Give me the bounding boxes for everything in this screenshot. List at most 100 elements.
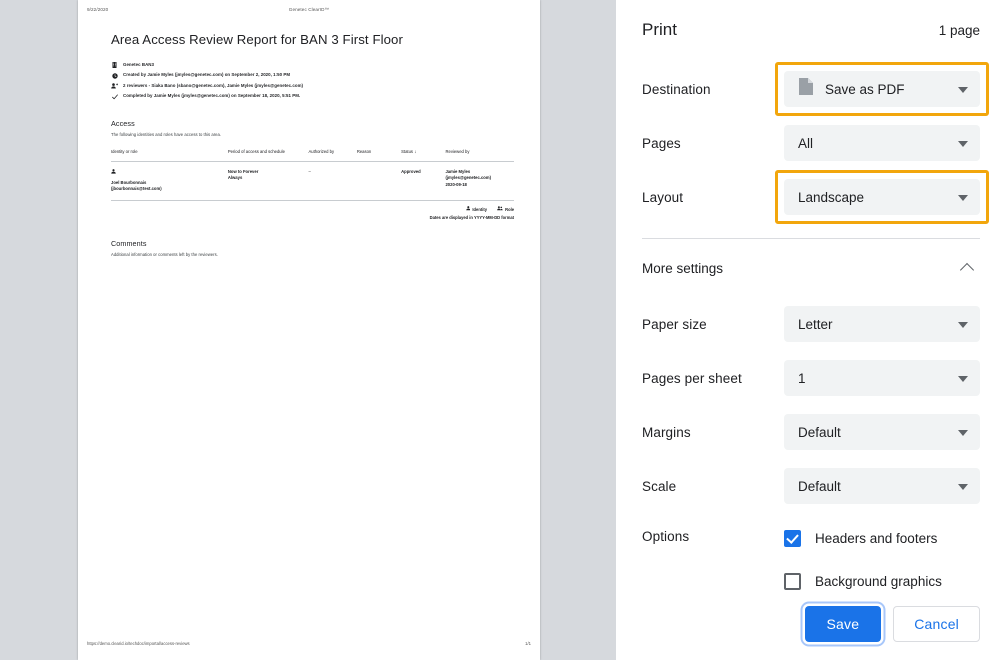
legend-label-identity: Identity [472, 207, 487, 212]
cell-period-range: Now to Forever [228, 169, 258, 174]
role-group-icon [497, 206, 503, 212]
page-title: Print [642, 20, 677, 40]
setting-row-pages: Pages All [642, 116, 980, 170]
preview-page: 9/22/2020 Genetec ClearID™ Area Access R… [78, 0, 540, 660]
chevron-down-icon [958, 195, 968, 201]
cell-reason [357, 161, 401, 200]
chevron-down-icon [958, 376, 968, 382]
date-format-note: Dates are displayed in YYYY-MM-DD format [111, 215, 514, 220]
column-header-authorized-by: Authorized by [308, 149, 356, 161]
metadata-text: Completed by Jamie Myles (jmyles@genetec… [123, 94, 300, 99]
setting-row-paper-size: Paper size Letter [642, 297, 980, 351]
report-metadata-list: Genetec BAN3 Created by Jamie Myles (jmy… [111, 63, 514, 101]
comments-section-subtitle: Additional information or comments left … [111, 252, 514, 257]
scale-value: Default [798, 479, 841, 494]
more-settings-label: More settings [642, 261, 723, 276]
column-header-status-label: Status [401, 149, 413, 154]
page-body: Area Access Review Report for BAN 3 Firs… [111, 32, 514, 257]
cell-status: Approved [401, 161, 445, 200]
access-section-subtitle: The following identities and roles have … [111, 132, 514, 137]
setting-row-pages-per-sheet: Pages per sheet 1 [642, 351, 980, 405]
cell-reviewer-email: (jmyles@genetec.com) [445, 175, 491, 180]
pages-per-sheet-label: Pages per sheet [642, 371, 784, 386]
setting-row-destination: Destination Save as PDF [642, 62, 980, 116]
column-header-identity: Identity or role [111, 149, 228, 161]
margins-value: Default [798, 425, 841, 440]
clock-icon [111, 73, 118, 79]
save-button[interactable]: Save [805, 606, 882, 642]
print-settings-panel: Print 1 page Destination Save as PDF Pag [616, 0, 1000, 660]
destination-value: Save as PDF [825, 82, 905, 97]
cancel-button[interactable]: Cancel [893, 606, 980, 642]
sort-descending-icon: ↓ [414, 149, 416, 154]
table-row: Joel Bourbonnais (jbourbonnais@test.com)… [111, 161, 514, 200]
pages-per-sheet-select[interactable]: 1 [784, 360, 980, 396]
page-count-label: 1 page [939, 23, 980, 38]
page-header-brand: Genetec ClearID™ [78, 7, 540, 12]
background-graphics-option[interactable]: Background graphics [784, 570, 980, 592]
metadata-row: Genetec BAN3 [111, 63, 514, 69]
layout-value: Landscape [798, 190, 864, 205]
access-section-heading: Access [111, 119, 514, 128]
metadata-text: 2 reviewers - Siaka Bano (sbano@genetec.… [123, 84, 303, 89]
pages-label: Pages [642, 136, 784, 151]
headers-and-footers-label: Headers and footers [815, 531, 937, 546]
margins-label: Margins [642, 425, 784, 440]
destination-label: Destination [642, 82, 784, 97]
headers-and-footers-checkbox[interactable] [784, 530, 801, 547]
column-header-status: Status ↓ [401, 149, 445, 161]
reviewers-icon [111, 83, 118, 89]
headers-and-footers-option[interactable]: Headers and footers [784, 527, 980, 549]
destination-select[interactable]: Save as PDF [784, 71, 980, 107]
dialog-actions: Save Cancel [805, 606, 981, 642]
chevron-down-icon [958, 484, 968, 490]
cell-period: Now to Forever Always [228, 161, 309, 200]
background-graphics-checkbox[interactable] [784, 573, 801, 590]
paper-size-select[interactable]: Letter [784, 306, 980, 342]
cell-identity-email: (jbourbonnais@test.com) [111, 186, 162, 191]
column-header-period: Period of access and schedule [228, 149, 309, 161]
page-running-footer: https://demo.clearid.io/techdoc/importal… [87, 641, 531, 649]
chevron-down-icon [958, 430, 968, 436]
cell-authorized-by: – [308, 161, 356, 200]
more-settings-toggle[interactable]: More settings [642, 239, 980, 297]
layout-highlight-box: Landscape [775, 170, 989, 224]
scale-select[interactable]: Default [784, 468, 980, 504]
paper-size-value: Letter [798, 317, 833, 332]
setting-row-options: Options Headers and footers Background g… [642, 527, 980, 592]
background-graphics-label: Background graphics [815, 574, 942, 589]
column-header-reason: Reason [357, 149, 401, 161]
check-icon [111, 94, 118, 100]
page-footer-number: 1/1 [525, 641, 531, 646]
table-legend: Identity Role [111, 206, 514, 212]
page-running-header: 9/22/2020 Genetec ClearID™ [78, 7, 540, 19]
metadata-row: Created by Jamie Myles (jmyles@genetec.c… [111, 73, 514, 79]
building-icon [111, 62, 118, 68]
chevron-down-icon [958, 87, 968, 93]
cell-identity: Joel Bourbonnais (jbourbonnais@test.com) [111, 161, 228, 200]
column-header-reviewed-by: Reviewed by [445, 149, 514, 161]
report-title: Area Access Review Report for BAN 3 Firs… [111, 32, 514, 49]
chevron-down-icon [958, 141, 968, 147]
legend-label-role: Role [505, 207, 514, 212]
destination-highlight-box: Save as PDF [775, 62, 989, 116]
legend-item-identity: Identity [466, 206, 487, 212]
setting-row-scale: Scale Default [642, 459, 980, 513]
comments-section-heading: Comments [111, 239, 514, 248]
layout-label: Layout [642, 190, 784, 205]
pdf-file-icon [798, 77, 814, 101]
identity-person-icon [111, 169, 225, 176]
margins-select[interactable]: Default [784, 414, 980, 450]
metadata-row: Completed by Jamie Myles (jmyles@genetec… [111, 94, 514, 100]
print-preview-pane[interactable]: 9/22/2020 Genetec ClearID™ Area Access R… [0, 0, 616, 660]
setting-row-layout: Layout Landscape [642, 170, 980, 224]
print-panel-header: Print 1 page [642, 0, 980, 62]
metadata-text: Genetec BAN3 [123, 63, 154, 68]
identity-person-icon [466, 206, 471, 212]
chevron-up-icon [962, 262, 974, 274]
paper-size-label: Paper size [642, 317, 784, 332]
setting-row-margins: Margins Default [642, 405, 980, 459]
layout-select[interactable]: Landscape [784, 179, 980, 215]
pages-select[interactable]: All [784, 125, 980, 161]
cell-period-schedule: Always [228, 175, 242, 180]
